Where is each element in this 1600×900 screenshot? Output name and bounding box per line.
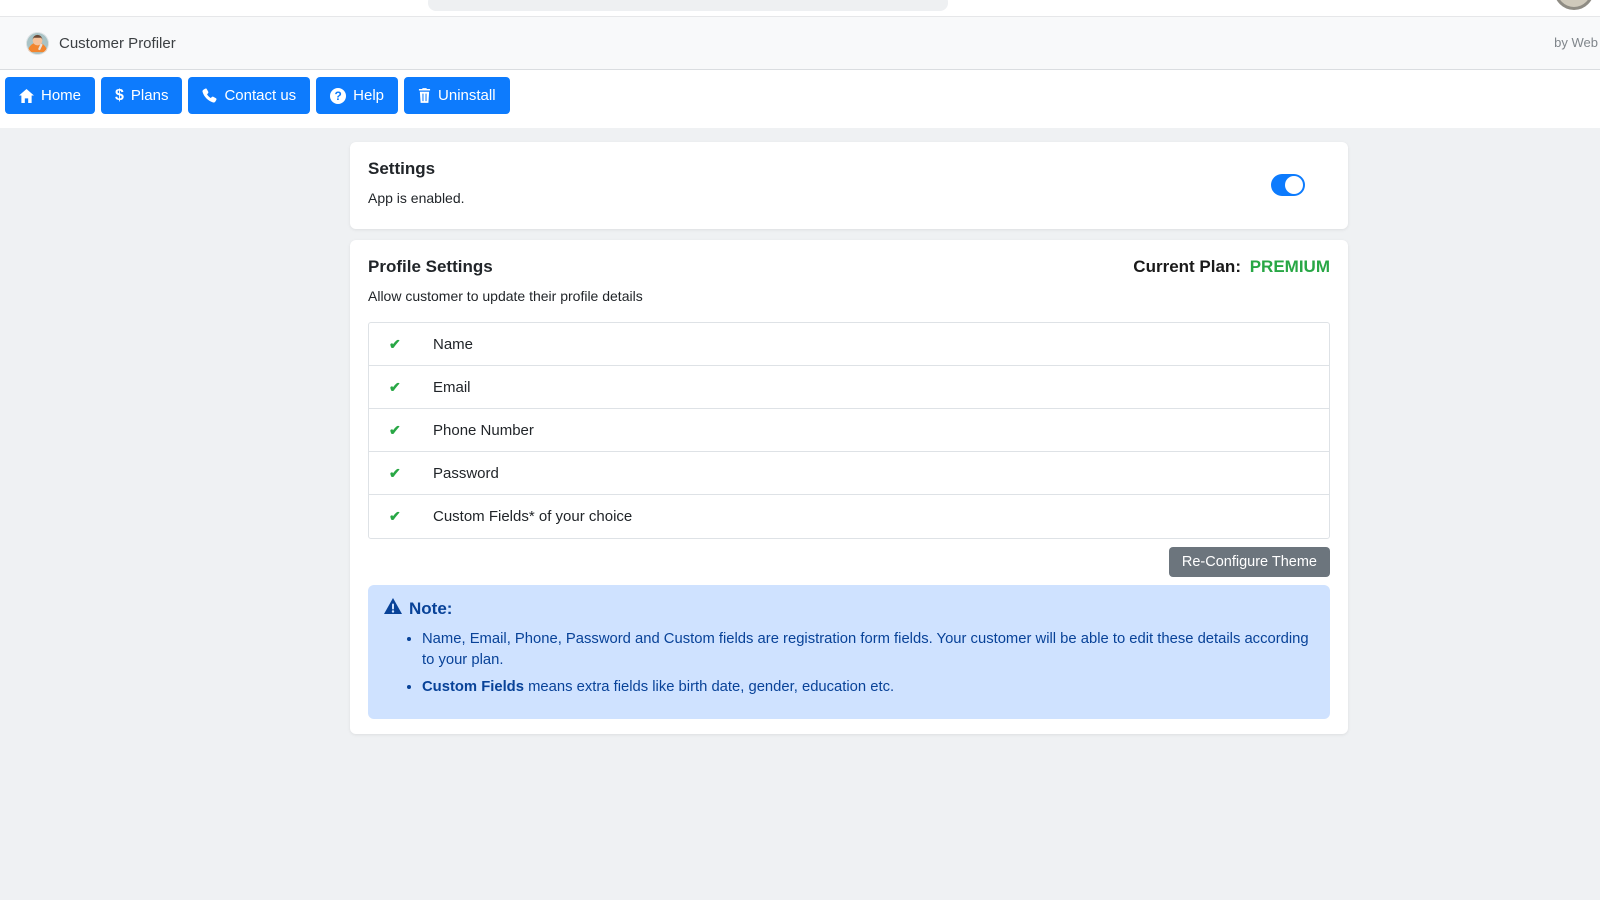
- settings-title: Settings: [368, 159, 1330, 179]
- table-row: ✔ Custom Fields* of your choice: [369, 495, 1329, 538]
- dollar-icon: $: [115, 87, 124, 105]
- check-icon: ✔: [389, 336, 403, 353]
- nav-button-label: Home: [41, 87, 81, 104]
- note-bullet: Custom Fields means extra fields like bi…: [422, 677, 1314, 698]
- check-icon: ✔: [389, 465, 403, 482]
- main-content: Settings App is enabled. Profile Setting…: [0, 128, 1600, 900]
- note-title: Note:: [409, 599, 452, 619]
- nav-button-label: Plans: [131, 87, 169, 104]
- nav-button-label: Uninstall: [438, 87, 496, 104]
- contact-us-button[interactable]: Contact us: [188, 77, 310, 114]
- page-title: Customer Profiler: [59, 35, 176, 52]
- app-logo-avatar-icon: [26, 32, 49, 55]
- profile-settings-card: Profile Settings Current Plan: PREMIUM A…: [350, 240, 1348, 734]
- app-enabled-status: App is enabled.: [368, 190, 1330, 206]
- browser-profile-avatar[interactable]: [1554, 0, 1594, 10]
- home-icon: [19, 89, 34, 103]
- field-label: Password: [433, 465, 499, 482]
- check-icon: ✔: [389, 379, 403, 396]
- trash-icon: [418, 88, 431, 103]
- browser-url-bar[interactable]: [428, 0, 948, 11]
- field-label: Email: [433, 379, 471, 396]
- current-plan: Current Plan: PREMIUM: [1133, 257, 1330, 277]
- phone-icon: [202, 88, 217, 103]
- current-plan-label: Current Plan:: [1133, 257, 1241, 276]
- app-enabled-toggle[interactable]: [1271, 174, 1305, 196]
- settings-card: Settings App is enabled.: [350, 142, 1348, 229]
- home-button[interactable]: Home: [5, 77, 95, 114]
- note-bullet-list: Name, Email, Phone, Password and Custom …: [384, 629, 1314, 698]
- uninstall-button[interactable]: Uninstall: [404, 77, 510, 114]
- nav-button-label: Contact us: [224, 87, 296, 104]
- check-icon: ✔: [389, 508, 403, 525]
- table-row: ✔ Phone Number: [369, 409, 1329, 452]
- nav-bar: Home $ Plans Contact us ? Help Uninstall: [0, 71, 1600, 128]
- table-row: ✔ Password: [369, 452, 1329, 495]
- question-circle-icon: ?: [330, 88, 346, 104]
- note-bullet: Name, Email, Phone, Password and Custom …: [422, 629, 1314, 672]
- table-row: ✔ Name: [369, 323, 1329, 366]
- table-row: ✔ Email: [369, 366, 1329, 409]
- nav-button-label: Help: [353, 87, 384, 104]
- profile-settings-subtitle: Allow customer to update their profile d…: [368, 288, 1330, 304]
- field-label: Phone Number: [433, 422, 534, 439]
- plans-button[interactable]: $ Plans: [101, 77, 182, 114]
- warning-triangle-icon: [384, 598, 402, 619]
- profile-settings-title: Profile Settings: [368, 257, 493, 277]
- current-plan-value: PREMIUM: [1250, 257, 1330, 276]
- field-label: Custom Fields* of your choice: [433, 508, 632, 525]
- check-icon: ✔: [389, 422, 403, 439]
- vendor-byline: by Web: [1554, 35, 1598, 50]
- reconfigure-theme-button[interactable]: Re-Configure Theme: [1169, 547, 1330, 577]
- app-header: Customer Profiler by Web: [0, 16, 1600, 70]
- browser-top-strip: [0, 0, 1600, 16]
- profile-fields-table: ✔ Name ✔ Email ✔ Phone Number ✔ Password…: [368, 322, 1330, 539]
- help-button[interactable]: ? Help: [316, 77, 398, 114]
- field-label: Name: [433, 336, 473, 353]
- note-alert: Note: Name, Email, Phone, Password and C…: [368, 585, 1330, 719]
- toggle-knob: [1285, 176, 1303, 194]
